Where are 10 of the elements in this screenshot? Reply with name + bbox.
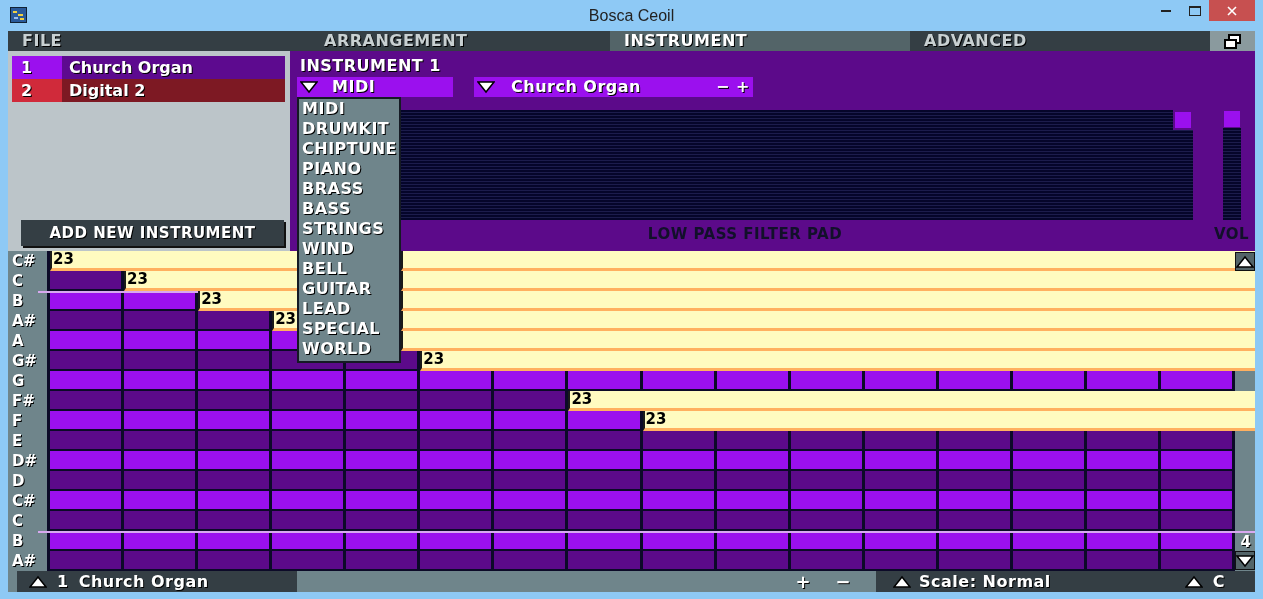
voice-name: Church Organ [511,77,642,97]
instrument-title: INSTRUMENT 1 [299,57,442,77]
instrument-number: 2 [12,79,62,102]
instrument-number: 1 [12,56,62,79]
pad-label: LOW PASS FILTER PAD [647,225,843,243]
window-title: Bosca Ceoil [588,6,675,25]
instrument-name: Church Organ [78,572,209,591]
octave-number: 4 [1240,533,1251,551]
instrument-number: 1 [57,572,69,591]
volume-label: VOL [1214,225,1250,243]
